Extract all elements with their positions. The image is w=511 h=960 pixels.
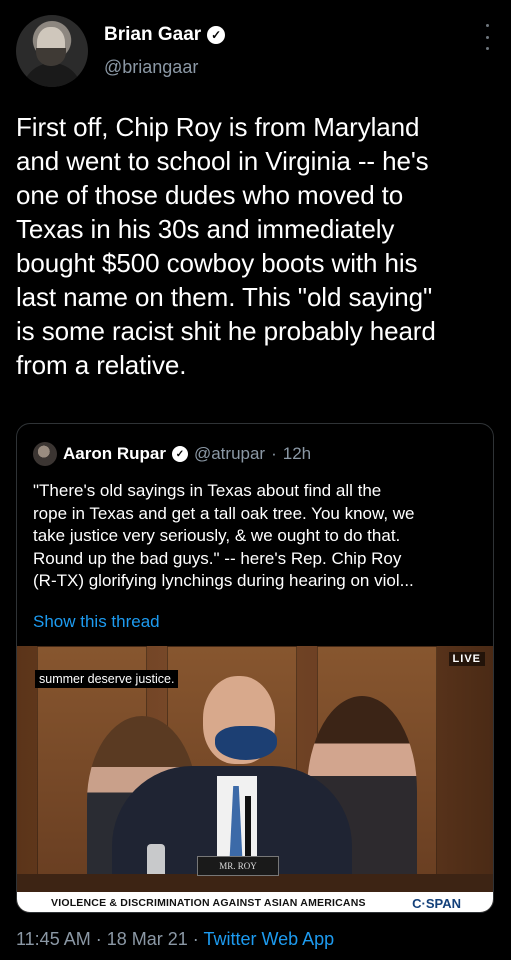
verified-badge-icon: ✓ <box>207 26 226 44</box>
tweet-date[interactable]: 18 Mar 21 <box>107 929 188 949</box>
microphone <box>245 796 251 858</box>
live-badge: LIVE <box>448 652 485 666</box>
separator-dot: · <box>271 444 277 463</box>
quoted-tweet[interactable]: Aaron Rupar ✓ @atrupar · 12h "There's ol… <box>16 423 494 913</box>
verified-badge-icon: ✓ <box>171 446 188 462</box>
source-app-link[interactable]: Twitter Web App <box>203 929 334 949</box>
sanitizer-bottle <box>147 844 165 876</box>
tweet-text: First off, Chip Roy is from Maryland and… <box>16 112 436 380</box>
quoted-author-name: Aaron Rupar <box>63 444 166 463</box>
tweet-time[interactable]: 11:45 AM <box>16 929 91 949</box>
tweet-metadata: 11:45 AM · 18 Mar 21 · Twitter Web App <box>16 929 334 950</box>
more-options-icon[interactable] <box>483 24 491 50</box>
face-mask <box>215 726 277 760</box>
author-name[interactable]: Brian Gaar <box>104 24 201 46</box>
chyron-bar: VIOLENCE & DISCRIMINATION AGAINST ASIAN … <box>17 892 493 912</box>
chyron-text: VIOLENCE & DISCRIMINATION AGAINST ASIAN … <box>51 897 366 909</box>
nameplate: MR. ROY <box>197 856 279 876</box>
quoted-tweet-header: Aaron Rupar ✓ @atrupar · 12h <box>33 442 311 466</box>
cspan-logo: C·SPAN <box>412 895 461 911</box>
video-caption: summer deserve justice. <box>35 670 179 688</box>
author-name-row: Brian Gaar ✓ <box>104 24 226 46</box>
separator-dot: · <box>90 929 107 949</box>
show-thread-link[interactable]: Show this thread <box>33 612 160 632</box>
author-handle[interactable]: @briangaar <box>104 57 198 78</box>
separator-dot: · <box>187 929 204 949</box>
quoted-tweet-time: 12h <box>282 444 312 463</box>
tweet-header: Brian Gaar ✓ @briangaar <box>0 0 511 100</box>
author-avatar[interactable] <box>16 15 88 87</box>
quoted-tweet-text: "There's old sayings in Texas about find… <box>33 481 415 591</box>
quoted-author-avatar <box>33 442 57 466</box>
quoted-author-handle: @atrupar <box>193 444 266 463</box>
video-player[interactable]: MR. ROY summer deserve justice. LIVE VIO… <box>17 646 493 912</box>
